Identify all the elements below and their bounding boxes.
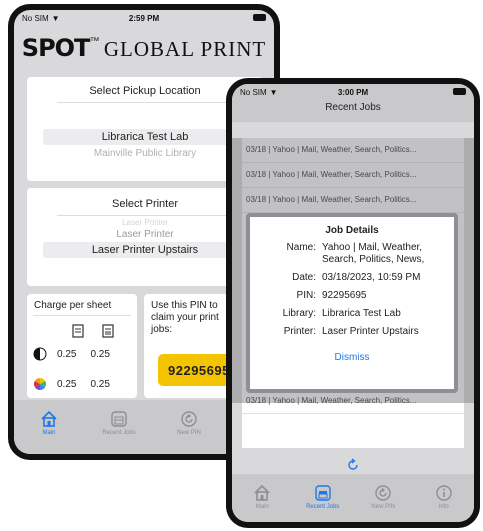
- library-label: Library:: [282, 308, 316, 319]
- tab-main[interactable]: Main: [237, 482, 287, 510]
- tab-recent-jobs-label: Recent Jobs: [102, 430, 136, 436]
- sheet-icons: [71, 324, 115, 338]
- name-label: Name:: [286, 242, 316, 253]
- dialog-title: Job Details: [325, 225, 379, 236]
- pin-label: PIN:: [296, 290, 316, 301]
- color-wheel-icon: [33, 378, 47, 390]
- tab-recent-jobs[interactable]: Recent Jobs: [94, 408, 144, 436]
- color-row: 0.25 0.25: [33, 377, 110, 391]
- charge-heading: Charge per sheet: [34, 300, 112, 311]
- details-grid: Name: Yahoo | Mail, Weather, Search, Pol…: [250, 242, 454, 338]
- dismiss-button[interactable]: Dismiss: [250, 352, 454, 363]
- tab-new-pin[interactable]: New PIN: [358, 482, 408, 510]
- tab-main[interactable]: Main: [24, 408, 74, 436]
- printer-label: Printer:: [283, 326, 316, 337]
- heading-divider: [57, 215, 233, 216]
- tab-recent-jobs[interactable]: Recent Jobs: [298, 482, 348, 510]
- pickup-option-selected[interactable]: Librarica Test Lab: [43, 129, 247, 145]
- status-bar: No SIM ▼ 2:59 PM: [14, 10, 274, 26]
- printer-value: Laser Printer Upstairs: [322, 326, 419, 337]
- date-label: Date:: [292, 272, 316, 283]
- charge-divider: [33, 315, 131, 316]
- tab-info[interactable]: Info: [419, 482, 469, 510]
- library-value: Librarica Test Lab: [322, 308, 401, 319]
- pin-instructions: Use this PIN to claim your print jobs:: [151, 300, 219, 335]
- charge-card: Charge per sheet 0.25 0.25 0.25 0.25: [27, 294, 137, 398]
- home-icon: [251, 482, 273, 504]
- tab-new-pin-label: New PIN: [371, 504, 396, 510]
- tab-new-pin-label: New PIN: [177, 430, 201, 436]
- logo-tm: ™: [89, 36, 100, 47]
- refresh-circle-icon: [178, 408, 200, 430]
- color-double-price: 0.25: [90, 378, 110, 390]
- home-icon: [38, 408, 60, 430]
- info-icon: [433, 482, 455, 504]
- refresh-icon: [348, 458, 358, 470]
- tab-main-label: Main: [42, 430, 56, 436]
- pin-value: 92295695: [168, 362, 230, 378]
- app-logo: SPOT™ GLOBAL PRINT: [14, 34, 274, 62]
- logo-global-print: GLOBAL PRINT: [103, 37, 267, 61]
- printer-icon: [312, 482, 334, 504]
- battery-icon: [453, 88, 466, 95]
- status-bar: No SIM ▼ 3:00 PM: [232, 84, 474, 100]
- nav-title: Recent Jobs: [232, 100, 474, 122]
- logo-spot: SPOT: [21, 34, 91, 62]
- printer-icon: [108, 408, 130, 430]
- tab-info-label: Info: [438, 504, 449, 510]
- bw-double-price: 0.25: [90, 348, 110, 360]
- name-value: Yahoo | Mail, Weather, Search, Politics,…: [322, 242, 425, 265]
- printer-option-selected[interactable]: Laser Printer Upstairs: [43, 242, 247, 258]
- job-details-dialog: Job Details Name: Yahoo | Mail, Weather,…: [246, 213, 458, 393]
- heading-divider: [57, 102, 233, 103]
- color-single-price: 0.25: [57, 378, 77, 390]
- double-sided-icon: [102, 324, 114, 338]
- tab-new-pin[interactable]: New PIN: [164, 408, 214, 436]
- recent-jobs-screen: No SIM ▼ 3:00 PM Recent Jobs 03/18 | Yah…: [232, 84, 474, 522]
- date-value: 03/18/2023, 10:59 PM: [322, 272, 421, 283]
- refresh-circle-icon: [372, 482, 394, 504]
- right-phone: No SIM ▼ 3:00 PM Recent Jobs 03/18 | Yah…: [226, 78, 480, 528]
- pin-value: 92295695: [322, 290, 367, 301]
- bw-row: 0.25 0.25: [33, 347, 110, 361]
- bw-single-price: 0.25: [57, 348, 77, 360]
- tab-bar: Main Recent Jobs New PIN Info: [232, 474, 474, 522]
- single-sided-icon: [72, 324, 84, 338]
- black-white-icon: [33, 347, 47, 361]
- clock: 3:00 PM: [337, 87, 369, 97]
- tab-main-label: Main: [255, 504, 269, 510]
- battery-icon: [253, 14, 266, 21]
- tab-recent-jobs-label: Recent Jobs: [306, 504, 340, 510]
- clock: 2:59 PM: [128, 13, 160, 23]
